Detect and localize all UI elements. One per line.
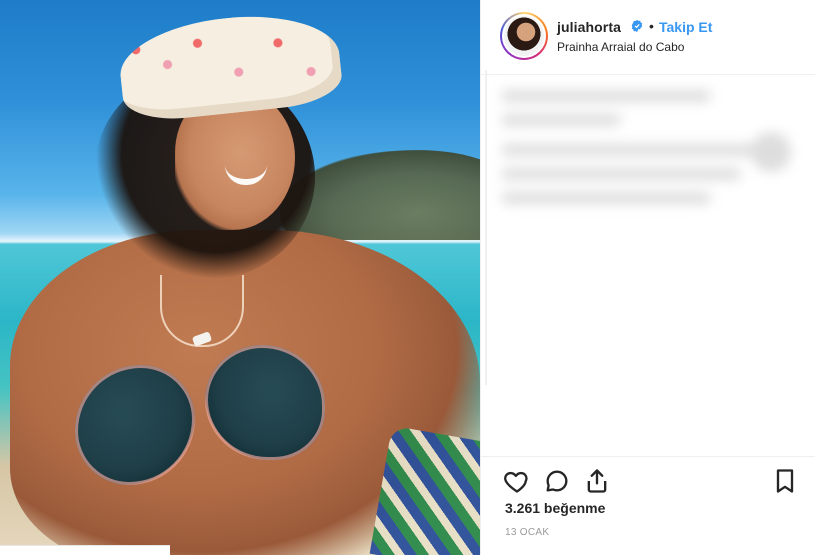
post-photo[interactable] bbox=[0, 0, 480, 555]
share-button[interactable] bbox=[583, 467, 611, 495]
post-date[interactable]: 13 OCAK bbox=[505, 527, 549, 538]
bookmark-icon bbox=[776, 469, 794, 493]
panel-scroll-track bbox=[485, 70, 487, 385]
like-button[interactable] bbox=[503, 467, 531, 495]
post-header: juliahorta • Takip Et Prainha Arraial do… bbox=[481, 0, 815, 75]
likes-count[interactable]: 3.261 beğenme bbox=[505, 500, 605, 516]
comment-icon bbox=[546, 470, 568, 492]
comments-area-blurred bbox=[501, 80, 806, 230]
instagram-post-modal: juliahorta • Takip Et Prainha Arraial do… bbox=[0, 0, 815, 555]
verified-icon bbox=[631, 19, 643, 33]
post-actions bbox=[481, 456, 815, 504]
follow-button[interactable]: Takip Et bbox=[659, 19, 712, 35]
share-icon bbox=[587, 469, 607, 493]
bottom-edge bbox=[0, 545, 170, 555]
heart-icon bbox=[504, 471, 528, 493]
save-button[interactable] bbox=[771, 467, 799, 495]
photo-cap bbox=[115, 6, 345, 125]
comment-button[interactable] bbox=[543, 467, 571, 495]
location-link[interactable]: Prainha Arraial do Cabo bbox=[557, 40, 684, 54]
avatar bbox=[502, 14, 546, 58]
photo-bikini-right bbox=[205, 345, 325, 460]
header-separator: • bbox=[649, 18, 654, 34]
post-side-panel: juliahorta • Takip Et Prainha Arraial do… bbox=[480, 0, 815, 555]
avatar-story-ring[interactable] bbox=[500, 12, 548, 60]
username[interactable]: juliahorta bbox=[557, 19, 621, 35]
